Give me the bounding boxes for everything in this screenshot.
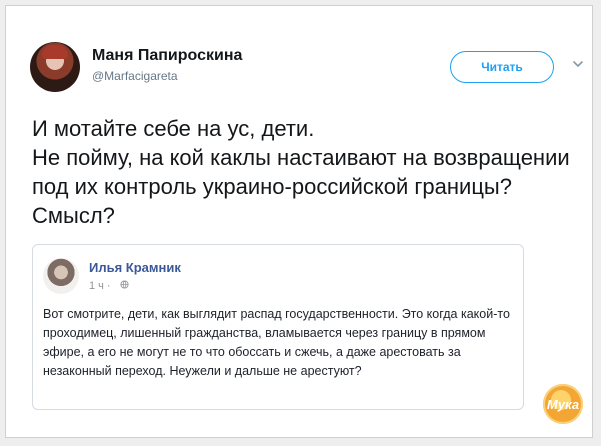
author-avatar[interactable]	[30, 42, 80, 92]
quoted-author-avatar[interactable]	[43, 258, 79, 294]
globe-icon	[117, 280, 129, 292]
quoted-author-name[interactable]: Илья Крамник	[89, 260, 181, 275]
chevron-down-icon[interactable]	[572, 58, 584, 70]
meta-separator: ·	[106, 280, 111, 292]
watermark-text: Мука	[546, 396, 580, 412]
author-name[interactable]: Маня Папироскина	[92, 47, 242, 65]
quoted-post-meta: 1 ч ·	[89, 280, 129, 292]
tweet-text: И мотайте себе на ус, дети. Не пойму, на…	[32, 116, 570, 228]
follow-button[interactable]: Читать	[450, 51, 554, 83]
watermark-logo: Мука	[543, 384, 583, 424]
author-handle[interactable]: @Marfacigareta	[92, 69, 178, 83]
quoted-post-time[interactable]: 1 ч	[89, 280, 104, 292]
quoted-post[interactable]: Илья Крамник 1 ч · Вот смотрите, дети, ка…	[32, 244, 524, 410]
tweet-card: Маня Папироскина @Marfacigareta Читать И…	[5, 5, 593, 438]
quoted-post-text: Вот смотрите, дети, как выглядит распад …	[43, 307, 510, 378]
